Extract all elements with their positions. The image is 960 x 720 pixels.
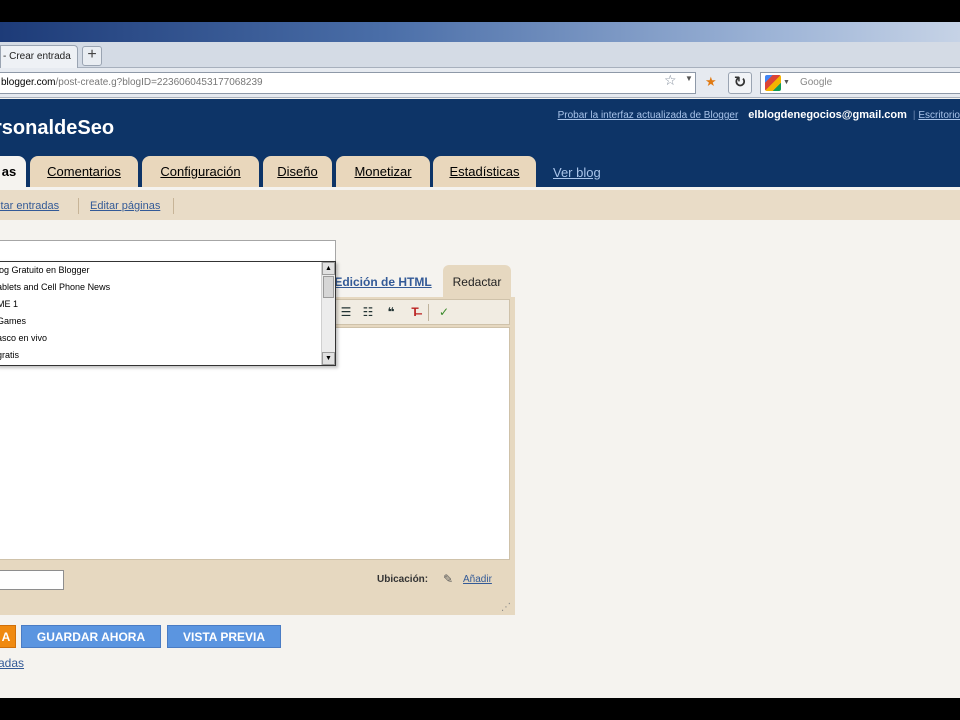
add-location-link[interactable]: Añadir [463, 574, 492, 585]
remove-formatting-icon[interactable]: T̶ [406, 304, 424, 320]
reload-icon: ↻ [733, 74, 747, 91]
publish-button[interactable]: A [0, 625, 16, 648]
search-placeholder: Google [799, 77, 833, 88]
tab-configuracion[interactable]: Configuración [142, 156, 259, 187]
try-new-interface-link[interactable]: Probar la interfaz actualizada de Blogge… [558, 110, 739, 121]
browser-window: - Crear entrada + blogger.com/post-creat… [0, 22, 960, 698]
return-to-posts-link[interactable]: adas [0, 656, 24, 670]
list-item[interactable]: Games [0, 313, 319, 330]
numbered-list-icon[interactable]: ☰ [337, 304, 355, 320]
spellcheck-icon[interactable]: ✓ [435, 304, 453, 320]
browser-tab-active[interactable]: - Crear entrada [0, 45, 78, 68]
dashboard-link[interactable]: Escritorio [918, 110, 960, 121]
reload-button[interactable]: ↻ [728, 72, 752, 94]
search-engine-dropdown-icon[interactable]: ▼ [783, 79, 790, 86]
tab-monetizar[interactable]: Monetizar [336, 156, 430, 187]
tab-diseno[interactable]: Diseño [263, 156, 332, 187]
url-path: /post-create.g?blogID=223606045317706823… [55, 77, 263, 88]
save-now-button[interactable]: GUARDAR AHORA [21, 625, 161, 648]
dropdown-scrollbar[interactable]: ▲ ▼ [321, 262, 335, 365]
window-titlebar [0, 22, 960, 42]
bullet-list-icon[interactable]: ☷ [359, 304, 377, 320]
blockquote-icon[interactable]: ❝ [382, 304, 400, 320]
subtab-edit-pages[interactable]: Editar páginas [90, 200, 160, 212]
location-label: Ubicación: [377, 574, 429, 585]
link-separator: | [912, 110, 916, 121]
blog-name: rsonaldeSeo [0, 117, 115, 139]
view-blog-link[interactable]: Ver blog [553, 165, 601, 180]
list-item[interactable]: asco en vivo [0, 330, 319, 347]
location-edit-icon[interactable]: ✎ [443, 572, 453, 586]
google-icon [765, 75, 781, 91]
subtab-edit-posts[interactable]: itar entradas [0, 200, 59, 212]
scroll-up-icon[interactable]: ▲ [322, 262, 335, 275]
bookmark-star-icon[interactable]: ☆ [664, 72, 677, 89]
url-domain: blogger.com [1, 77, 56, 88]
address-bar[interactable]: blogger.com/post-create.g?blogID=2236060… [0, 72, 696, 94]
scroll-thumb[interactable] [323, 276, 334, 298]
new-tab-button[interactable]: + [82, 46, 102, 66]
tab-html-edit[interactable]: Edición de HTML [330, 265, 436, 298]
post-title-input[interactable] [0, 240, 336, 262]
tab-comentarios[interactable]: Comentarios [30, 156, 138, 187]
blogger-header: rsonaldeSeo Probar la interfaz actualiza… [0, 99, 960, 187]
autocomplete-dropdown[interactable]: log Gratuito en Blogger ablets and Cell … [0, 261, 336, 366]
tab-compose[interactable]: Redactar [443, 265, 511, 298]
list-item[interactable]: gratis [0, 347, 319, 364]
toolbar-divider [428, 304, 429, 321]
preview-button[interactable]: VISTA PREVIA [167, 625, 281, 648]
subtab-divider [173, 198, 174, 214]
sub-tab-bar: itar entradas Editar páginas [0, 190, 960, 220]
list-item[interactable]: ME 1 [0, 296, 319, 313]
tab-estadisticas[interactable]: Estadísticas [433, 156, 536, 187]
tab-strip: - Crear entrada + [0, 42, 960, 68]
resize-handle-icon[interactable]: ⋰ [501, 602, 511, 613]
list-item[interactable]: ablets and Cell Phone News [0, 279, 319, 296]
navigation-bar: blogger.com/post-create.g?blogID=2236060… [0, 68, 960, 98]
feed-icon[interactable]: ★ [705, 75, 719, 89]
list-item[interactable]: log Gratuito en Blogger [0, 262, 319, 279]
labels-input[interactable] [0, 570, 64, 590]
account-links: Probar la interfaz actualizada de Blogge… [558, 109, 960, 121]
url-history-dropdown-icon[interactable]: ▼ [685, 74, 693, 83]
search-box[interactable]: ▼ Google [760, 72, 960, 94]
tab-entradas[interactable]: as [0, 156, 26, 187]
account-email: elblogdenegocios@gmail.com [748, 109, 907, 121]
subtab-divider [78, 198, 79, 214]
scroll-down-icon[interactable]: ▼ [322, 352, 335, 365]
